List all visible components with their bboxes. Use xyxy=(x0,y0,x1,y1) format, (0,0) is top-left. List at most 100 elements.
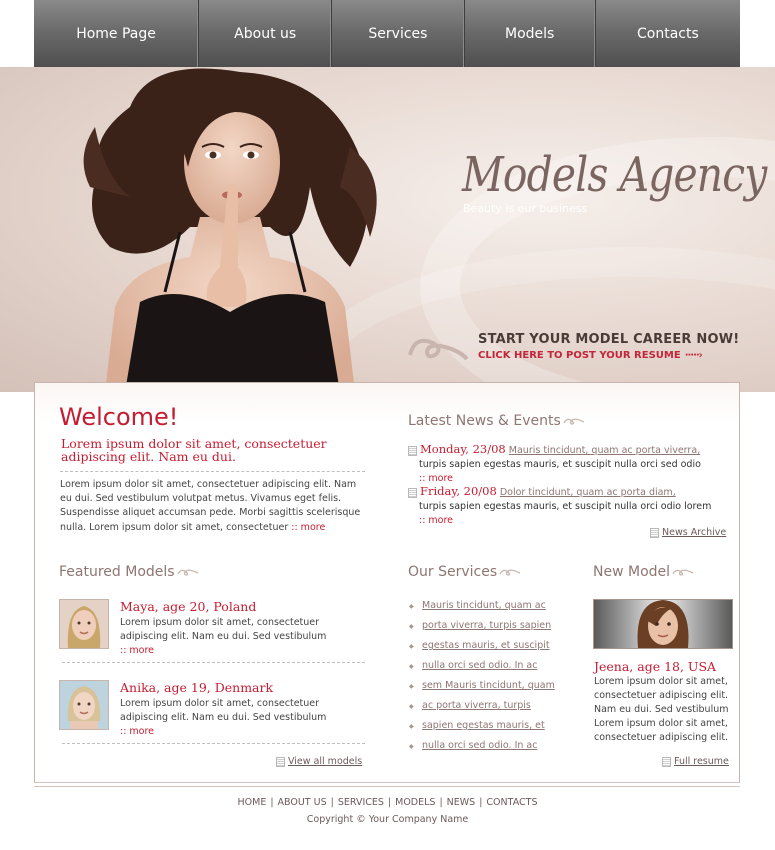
model-name[interactable]: Maya, age 20, Poland xyxy=(120,599,256,614)
services-section-title: Our Services xyxy=(408,564,521,580)
model-thumbnail[interactable] xyxy=(59,680,109,730)
service-item[interactable]: sapien egestas mauris, et xyxy=(409,720,569,740)
separator: | xyxy=(387,797,392,808)
service-item-label: Mauris tincidunt, quam ac xyxy=(422,600,546,611)
news-archive-link[interactable]: News Archive xyxy=(650,527,726,538)
arrow-right-icon: ·····› xyxy=(684,350,703,361)
news-link[interactable]: Mauris tincidunt, quam ac porta viverra, xyxy=(509,445,700,456)
news-date: Friday, 20/08 xyxy=(420,484,497,498)
footer-divider xyxy=(34,782,740,787)
service-item[interactable]: porta viverra, turpis sapien xyxy=(409,620,569,640)
post-resume-cta[interactable]: START YOUR MODEL CAREER NOW! CLICK HERE … xyxy=(405,329,739,369)
new-model-section-title: New Model xyxy=(593,564,694,580)
divider xyxy=(62,743,365,744)
news-date: Monday, 23/08 xyxy=(420,442,506,456)
service-item-label: sapien egestas mauris, et xyxy=(422,720,545,731)
main-nav: Home Page About us Services Models Conta… xyxy=(34,0,740,67)
news-archive-label: News Archive xyxy=(662,527,727,538)
welcome-title: Welcome! xyxy=(59,403,179,431)
separator: | xyxy=(270,797,274,808)
divider xyxy=(60,471,365,472)
separator: | xyxy=(330,797,334,808)
new-model-title-text: New Model xyxy=(593,564,671,580)
model-thumbnail[interactable] xyxy=(59,599,109,649)
news-body: turpis sapien egestas mauris, et suscipi… xyxy=(419,459,701,470)
footer-link-services[interactable]: SERVICES xyxy=(338,797,384,808)
flourish-icon xyxy=(563,418,585,425)
model-description: Lorem ipsum dolor sit amet, consectetuer… xyxy=(120,697,360,739)
new-model-name[interactable]: Jeena, age 18, USA xyxy=(594,659,716,674)
news-more-link[interactable]: :: more xyxy=(419,515,453,526)
document-icon xyxy=(662,756,671,767)
services-title-text: Our Services xyxy=(408,564,498,580)
hero-banner: Models Agency Beauty is our business STA… xyxy=(0,67,775,392)
model-desc-text: Lorem ipsum dolor sit amet, consectetuer… xyxy=(120,698,327,723)
news-item: Friday, 20/08 Dolor tincidunt, quam ac p… xyxy=(408,484,728,528)
service-item-label: sem Mauris tincidunt, quam xyxy=(422,680,555,691)
nav-item-contacts[interactable]: Contacts xyxy=(596,0,740,67)
model-description: Lorem ipsum dolor sit amet, consectetuer… xyxy=(120,616,360,658)
service-item[interactable]: nulla orci sed odio. In ac xyxy=(409,660,569,680)
news-more-link[interactable]: :: more xyxy=(419,473,453,484)
footer-nav: HOME | ABOUT US | SERVICES | MODELS | NEWS | CONTA… xyxy=(0,797,775,808)
service-item-label: egestas mauris, et suscipit xyxy=(422,640,550,651)
separator: | xyxy=(439,797,443,808)
news-title-text: Latest News & Events xyxy=(408,413,561,429)
footer-link-about[interactable]: ABOUT US xyxy=(278,797,327,808)
welcome-more-link[interactable]: :: more xyxy=(291,522,325,533)
cta-subtitle-text: CLICK HERE TO POST YOUR RESUME xyxy=(478,350,681,361)
service-item[interactable]: nulla orci sed odio. In ac xyxy=(409,740,569,760)
footer-link-home[interactable]: HOME xyxy=(238,797,267,808)
full-resume-label: Full resume xyxy=(674,756,729,767)
model-name[interactable]: Anika, age 19, Denmark xyxy=(120,680,273,695)
nav-item-models[interactable]: Models xyxy=(465,0,596,67)
cta-title: START YOUR MODEL CAREER NOW! xyxy=(478,332,740,347)
news-item: Monday, 23/08 Mauris tincidunt, quam ac … xyxy=(408,442,728,486)
document-icon xyxy=(276,756,285,767)
new-model-photo[interactable] xyxy=(593,599,733,649)
news-link[interactable]: Dolor tincidunt, quam ac porta diam, xyxy=(500,487,676,498)
document-icon xyxy=(650,527,659,538)
service-item[interactable]: Mauris tincidunt, quam ac xyxy=(409,600,569,620)
full-resume-link[interactable]: Full resume xyxy=(662,756,729,767)
divider xyxy=(62,662,365,663)
swirl-icon xyxy=(408,338,469,361)
service-item[interactable]: egestas mauris, et suscipit xyxy=(409,640,569,660)
cta-subtitle: CLICK HERE TO POST YOUR RESUME ·····› xyxy=(478,350,703,361)
document-icon xyxy=(408,487,417,498)
separator: | xyxy=(479,797,483,808)
featured-model-card: Maya, age 20, Poland Lorem ipsum dolor s… xyxy=(59,599,364,656)
welcome-lead: Lorem ipsum dolor sit amet, consectetuer… xyxy=(61,436,327,464)
service-item-label: porta viverra, turpis sapien xyxy=(422,620,552,631)
nav-item-about[interactable]: About us xyxy=(199,0,333,67)
brand-tagline: Beauty is our business xyxy=(463,202,588,215)
view-all-models-link[interactable]: View all models xyxy=(276,756,362,767)
flourish-icon xyxy=(176,569,198,576)
footer-link-news[interactable]: NEWS xyxy=(447,797,476,808)
view-all-label: View all models xyxy=(288,756,363,767)
footer-link-contacts[interactable]: CONTACTS xyxy=(486,797,537,808)
service-item-label: nulla orci sed odio. In ac xyxy=(422,660,538,671)
new-model-description: Lorem ipsum dolor sit amet, consectetuer… xyxy=(594,676,729,743)
welcome-body: Lorem ipsum dolor sit amet, consectetuer… xyxy=(60,478,370,535)
flourish-icon xyxy=(672,569,694,576)
featured-section-title: Featured Models xyxy=(59,564,199,580)
hero-model-photo xyxy=(83,68,377,392)
model-more-link[interactable]: :: more xyxy=(120,645,154,656)
news-section-title: Latest News & Events xyxy=(408,413,585,429)
model-more-link[interactable]: :: more xyxy=(120,726,154,737)
news-body: turpis sapien egestas mauris, et suscipi… xyxy=(419,501,712,512)
featured-model-card: Anika, age 19, Denmark Lorem ipsum dolor… xyxy=(59,680,364,737)
model-desc-text: Lorem ipsum dolor sit amet, consectetuer… xyxy=(120,617,327,642)
brand-logo: Models Agency xyxy=(462,147,767,203)
service-item[interactable]: sem Mauris tincidunt, quam xyxy=(409,680,569,700)
service-item-label: nulla orci sed odio. In ac xyxy=(422,740,538,751)
copyright: Copyright © Your Company Name xyxy=(306,814,469,825)
service-item-label: ac porta viverra, turpis xyxy=(422,700,531,711)
nav-item-services[interactable]: Services xyxy=(332,0,465,67)
services-list: Mauris tincidunt, quam ac porta viverra,… xyxy=(409,600,569,760)
service-item[interactable]: ac porta viverra, turpis xyxy=(409,700,569,720)
footer-link-models[interactable]: MODELS xyxy=(395,797,435,808)
nav-item-home[interactable]: Home Page xyxy=(34,0,200,67)
document-icon xyxy=(408,445,417,456)
